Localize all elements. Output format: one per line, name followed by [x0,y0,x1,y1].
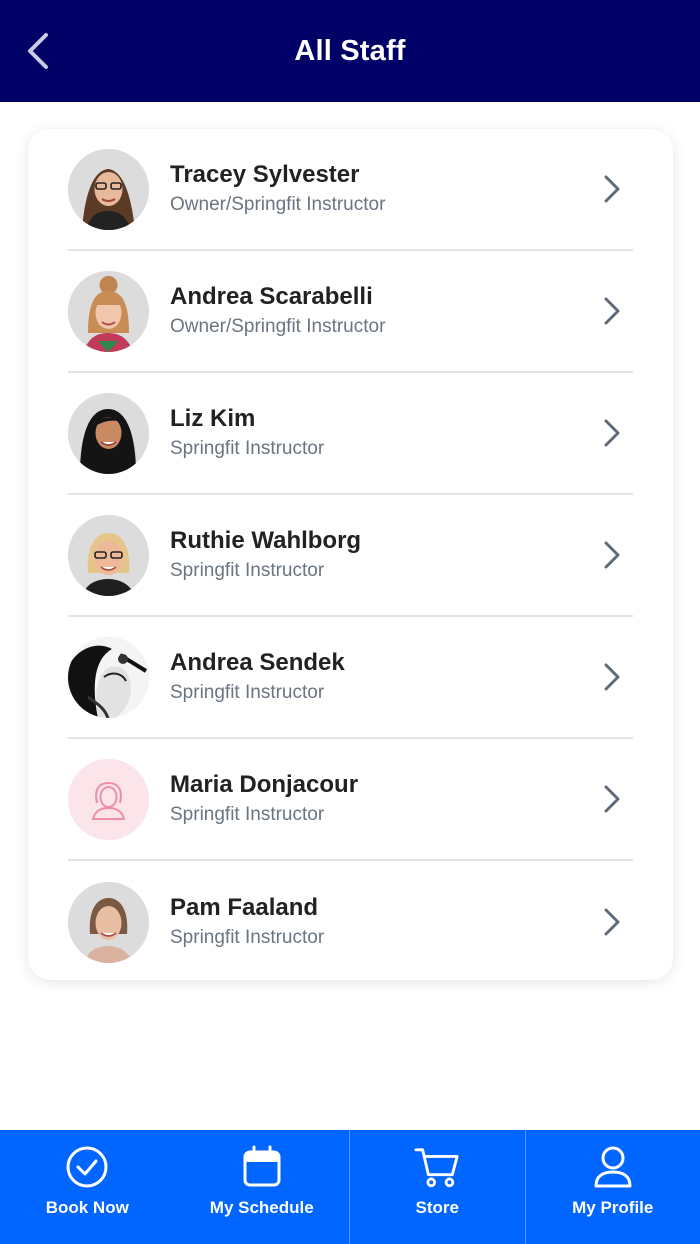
nav-store[interactable]: Store [349,1130,525,1244]
avatar [68,270,149,352]
staff-role: Owner/Springfit Instructor [170,194,386,215]
nav-book-now[interactable]: Book Now [0,1130,175,1244]
avatar [68,636,149,718]
check-circle-icon [64,1144,110,1190]
nav-label: My Profile [572,1198,654,1217]
staff-name: Liz Kim [170,405,256,432]
chevron-right-icon [597,535,627,575]
avatar [68,148,149,230]
staff-role: Springfit Instructor [170,560,325,581]
staff-role: Springfit Instructor [170,682,325,703]
staff-row-ruthie-wahlborg[interactable]: Ruthie Wahlborg Springfit Instructor [68,495,633,617]
nav-label: Book Now [45,1198,129,1217]
avatar [68,514,149,596]
user-icon [590,1144,636,1190]
staff-name: Andrea Scarabelli [170,283,373,310]
avatar [68,881,149,963]
chevron-left-icon [28,33,48,69]
staff-name: Ruthie Wahlborg [170,527,362,554]
staff-name: Pam Faaland [170,894,319,921]
chevron-right-icon [597,779,627,819]
chevron-right-icon [597,291,627,331]
staff-row-andrea-scarabelli[interactable]: Andrea Scarabelli Owner/Springfit Instru… [68,251,633,373]
header-bar: All Staff [0,0,700,102]
avatar [68,392,149,474]
cart-icon [414,1144,460,1190]
staff-role: Owner/Springfit Instructor [170,316,386,337]
staff-name: Maria Donjacour [170,771,359,798]
nav-my-schedule[interactable]: My Schedule [175,1130,350,1244]
staff-list: Tracey Sylvester Owner/Springfit Instruc… [28,129,673,980]
page-title: All Staff [294,34,406,67]
staff-name: Tracey Sylvester [170,161,360,188]
chevron-right-icon [597,413,627,453]
staff-row-pam-faaland[interactable]: Pam Faaland Springfit Instructor [68,861,633,983]
chevron-right-icon [597,657,627,697]
avatar-placeholder [68,758,149,840]
chevron-right-icon [597,902,627,942]
staff-role: Springfit Instructor [170,927,325,948]
nav-my-profile[interactable]: My Profile [524,1130,700,1244]
staff-row-maria-donjacour[interactable]: Maria Donjacour Springfit Instructor [68,739,633,861]
calendar-icon [239,1144,285,1190]
staff-role: Springfit Instructor [170,438,325,459]
female-user-icon [68,758,149,840]
staff-row-tracey-sylvester[interactable]: Tracey Sylvester Owner/Springfit Instruc… [68,129,633,251]
back-button[interactable] [18,26,58,76]
staff-role: Springfit Instructor [170,804,325,825]
nav-label: Store [415,1198,459,1217]
nav-label: My Schedule [209,1198,314,1217]
staff-name: Andrea Sendek [170,649,345,676]
staff-row-liz-kim[interactable]: Liz Kim Springfit Instructor [68,373,633,495]
bottom-nav: Book Now My Schedule Store My Profile [0,1130,700,1244]
staff-row-andrea-sendek[interactable]: Andrea Sendek Springfit Instructor [68,617,633,739]
app-screen: All Staff Tracey Sylvester Owner/Springf… [0,0,700,1244]
chevron-right-icon [597,169,627,209]
